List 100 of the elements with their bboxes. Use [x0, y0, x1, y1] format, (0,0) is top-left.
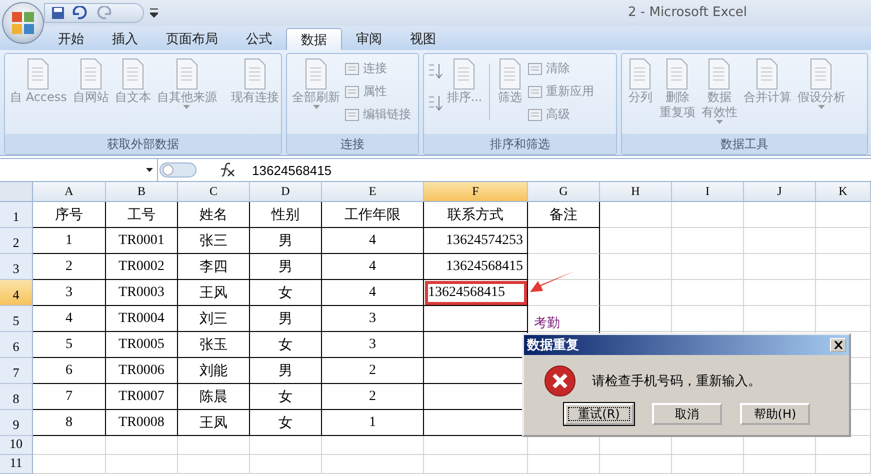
table-cell: 3 — [322, 306, 424, 332]
table-cell — [600, 455, 672, 474]
group-title: 获取外部数据 — [5, 134, 281, 154]
document-icon — [627, 58, 654, 90]
ribbon-tab[interactable]: 视图 — [396, 28, 450, 50]
sheet-icon — [344, 106, 360, 122]
table-cell — [744, 455, 816, 474]
column-header[interactable]: E — [322, 182, 424, 202]
column-header[interactable]: A — [33, 182, 106, 202]
ribbon-tab[interactable]: 审阅 — [342, 28, 396, 50]
sort-descending-icon[interactable] — [426, 94, 443, 112]
row-header[interactable]: 5 — [0, 306, 33, 332]
column-header[interactable]: D — [250, 182, 322, 202]
table-cell — [178, 436, 250, 455]
table-cell — [250, 455, 322, 474]
ribbon-tab[interactable]: 页面布局 — [152, 28, 232, 50]
table-cell — [816, 202, 871, 228]
document-icon — [664, 58, 690, 90]
table-cell: 8 — [33, 410, 106, 436]
formula-value[interactable]: 13624568415 — [240, 162, 332, 178]
column-header[interactable]: B — [106, 182, 178, 202]
close-button[interactable] — [830, 338, 846, 352]
table-cell: 2 — [322, 384, 424, 410]
expand-icon[interactable] — [158, 161, 198, 179]
table-cell: 2 — [33, 254, 106, 280]
sort-ascending-icon[interactable] — [426, 62, 443, 80]
table-cell: 工作年限 — [322, 202, 424, 228]
column-header[interactable]: I — [672, 182, 744, 202]
table-cell: 3 — [322, 332, 424, 358]
row-header[interactable]: 11 — [0, 455, 33, 474]
table-cell — [744, 254, 816, 280]
table-cell — [672, 202, 744, 228]
table-cell: 姓名 — [178, 202, 250, 228]
dialog-button[interactable]: 帮助(H) — [740, 403, 810, 425]
row-header[interactable]: 2 — [0, 228, 33, 254]
row-header[interactable]: 4 — [0, 280, 33, 306]
column-header[interactable]: H — [600, 182, 672, 202]
table-cell: 4 — [322, 254, 424, 280]
row-header[interactable]: 10 — [0, 436, 33, 455]
document-icon — [78, 58, 104, 90]
table-cell: 女 — [250, 280, 322, 306]
column-header[interactable]: C — [178, 182, 250, 202]
table-cell — [600, 202, 672, 228]
table-cell — [816, 254, 871, 280]
table-cell — [816, 455, 871, 474]
document-icon — [497, 58, 524, 90]
table-cell: 张三 — [178, 228, 250, 254]
table-cell: TR0002 — [106, 254, 178, 280]
table-cell: 性别 — [250, 202, 322, 228]
table-cell: 刘三 — [178, 306, 250, 332]
table-cell: 女 — [250, 384, 322, 410]
note-text: 考勤 — [534, 316, 560, 331]
column-header[interactable]: J — [744, 182, 816, 202]
table-cell: TR0005 — [106, 332, 178, 358]
row-header[interactable]: 3 — [0, 254, 33, 280]
table-cell: TR0001 — [106, 228, 178, 254]
table-cell: TR0004 — [106, 306, 178, 332]
table-cell: 女 — [250, 410, 322, 436]
table-cell: 2 — [322, 358, 424, 384]
table-cell: 女 — [250, 332, 322, 358]
table-cell: 李四 — [178, 254, 250, 280]
table-cell: 陈晨 — [178, 384, 250, 410]
table-cell — [816, 280, 871, 306]
ribbon-tab[interactable]: 公式 — [232, 28, 286, 50]
table-cell: 工号 — [106, 202, 178, 228]
row-header[interactable]: 6 — [0, 332, 33, 358]
close-icon — [834, 341, 842, 349]
ribbon-tab[interactable]: 开始 — [44, 28, 98, 50]
table-cell: 男 — [250, 228, 322, 254]
document-icon — [120, 58, 146, 90]
column-header[interactable]: K — [816, 182, 871, 202]
document-icon — [174, 58, 200, 90]
active-cell[interactable]: 13624568415 — [424, 280, 528, 306]
table-cell — [528, 228, 600, 254]
row-header[interactable]: 1 — [0, 202, 33, 228]
document-icon — [706, 58, 732, 90]
column-header[interactable]: G — [528, 182, 600, 202]
row-header[interactable]: 7 — [0, 358, 33, 384]
table-cell — [744, 202, 816, 228]
table-cell: 序号 — [33, 202, 106, 228]
dialog-message: 请检查手机号码，重新输入。 — [592, 373, 761, 390]
table-cell — [672, 280, 744, 306]
table-cell: TR0007 — [106, 384, 178, 410]
ribbon-tab[interactable]: 插入 — [98, 28, 152, 50]
dialog-button[interactable]: 取消 — [652, 403, 722, 425]
dialog-button[interactable]: 重试(R) — [564, 403, 634, 425]
row-header[interactable]: 8 — [0, 384, 33, 410]
table-cell — [600, 254, 672, 280]
customize-icon[interactable] — [150, 8, 158, 18]
table-cell: 张玉 — [178, 332, 250, 358]
ribbon-tab[interactable]: 数据 — [286, 28, 342, 50]
row-header[interactable]: 9 — [0, 410, 33, 436]
column-header[interactable]: F — [424, 182, 528, 202]
table-cell: 4 — [33, 306, 106, 332]
save-icon[interactable] — [51, 6, 65, 20]
group-title: 连接 — [287, 134, 418, 154]
table-cell — [672, 455, 744, 474]
caret-icon — [146, 168, 153, 172]
table-cell: 4 — [322, 228, 424, 254]
table-cell: 备注 — [528, 202, 600, 228]
